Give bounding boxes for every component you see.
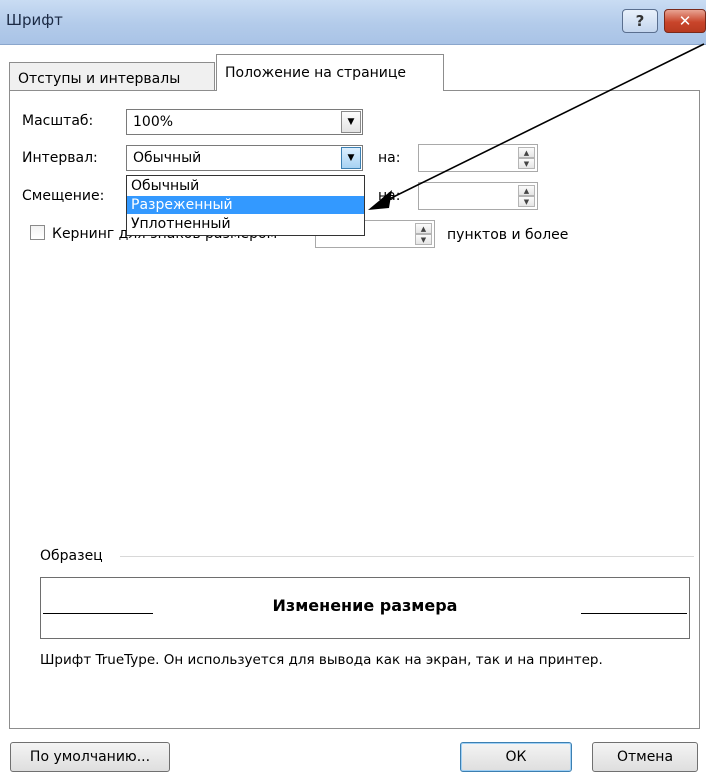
spin-down-icon[interactable]: ▼	[415, 234, 432, 245]
kerning-checkbox[interactable]	[30, 225, 45, 240]
spacing-label: Интервал:	[22, 150, 98, 166]
sample-note: Шрифт TrueType. Он используется для выво…	[40, 652, 603, 668]
spacing-combobox[interactable]: Обычный ▼	[126, 145, 363, 171]
sample-underline-right	[581, 613, 687, 614]
scale-combobox[interactable]: 100% ▼	[126, 109, 363, 135]
offset-by-label: на:	[378, 188, 401, 204]
spacing-dropdown-list[interactable]: Обычный Разреженный Уплотненный	[126, 175, 365, 236]
close-button[interactable]: ✕	[664, 9, 706, 33]
sample-preview: Изменение размера	[40, 577, 690, 639]
dropdown-option[interactable]: Уплотненный	[127, 215, 364, 233]
spacing-value: Обычный	[133, 150, 202, 166]
ok-button[interactable]: ОК	[460, 742, 572, 772]
chevron-down-icon[interactable]: ▼	[341, 147, 361, 169]
kerning-suffix: пунктов и более	[447, 227, 569, 243]
spacing-by-spinner[interactable]: ▲ ▼	[418, 144, 538, 172]
dropdown-option-selected[interactable]: Разреженный	[127, 196, 364, 214]
spin-up-icon[interactable]: ▲	[415, 223, 432, 234]
chevron-down-icon[interactable]: ▼	[341, 111, 361, 133]
title-bar: Шрифт ? ✕	[0, 0, 706, 45]
tab-page-position[interactable]: Положение на странице	[216, 54, 444, 91]
spacing-by-label: на:	[378, 150, 401, 166]
tab-indents-spacing[interactable]: Отступы и интервалы	[9, 62, 215, 90]
window-title: Шрифт	[6, 11, 63, 29]
default-button[interactable]: По умолчанию...	[10, 742, 170, 772]
offset-by-spinner[interactable]: ▲ ▼	[418, 182, 538, 210]
help-button[interactable]: ?	[622, 9, 658, 33]
group-divider	[120, 556, 694, 557]
scale-label: Масштаб:	[22, 113, 94, 129]
spin-up-icon[interactable]: ▲	[518, 147, 535, 158]
cancel-button[interactable]: Отмена	[592, 742, 698, 772]
spin-up-icon[interactable]: ▲	[518, 185, 535, 196]
dropdown-option[interactable]: Обычный	[127, 177, 364, 195]
offset-label: Смещение:	[22, 188, 105, 204]
sample-group-label: Образец	[40, 548, 103, 564]
spin-down-icon[interactable]: ▼	[518, 196, 535, 207]
scale-value: 100%	[133, 114, 174, 130]
spin-down-icon[interactable]: ▼	[518, 158, 535, 169]
